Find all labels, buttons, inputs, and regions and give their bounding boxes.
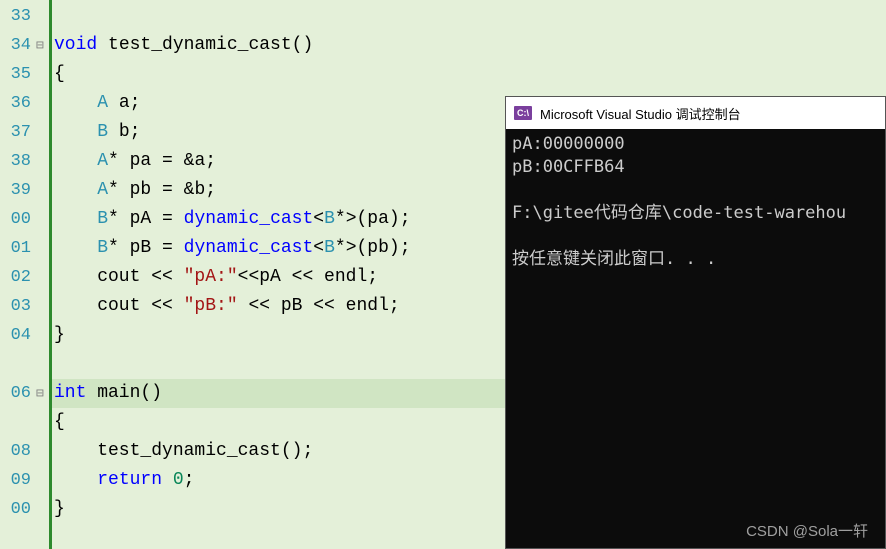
debug-console-window: C:\ Microsoft Visual Studio 调试控制台 pA:000…: [505, 96, 886, 549]
line-number: 34: [0, 31, 35, 60]
line-number: 08: [0, 437, 35, 466]
fold-spacer: [35, 263, 49, 292]
line-number: 06: [0, 379, 35, 408]
fold-spacer: [35, 60, 49, 89]
fold-spacer: [35, 292, 49, 321]
line-number: [0, 350, 35, 379]
line-number: 37: [0, 118, 35, 147]
line-number: 33: [0, 2, 35, 31]
fold-toggle-icon[interactable]: ⊟: [35, 31, 49, 60]
console-output[interactable]: pA:00000000 pB:00CFFB64 F:\gitee代码仓库\cod…: [506, 129, 885, 548]
code-line[interactable]: void test_dynamic_cast(): [52, 31, 886, 60]
fold-spacer: [35, 89, 49, 118]
line-number-gutter: 33343536373839000102030406080900: [0, 0, 35, 549]
fold-spacer: [35, 176, 49, 205]
line-number: 35: [0, 60, 35, 89]
console-icon: C:\: [514, 106, 532, 120]
line-number: 09: [0, 466, 35, 495]
fold-spacer: [35, 350, 49, 379]
fold-spacer: [35, 466, 49, 495]
console-title: Microsoft Visual Studio 调试控制台: [540, 104, 741, 123]
line-number: [0, 408, 35, 437]
code-line[interactable]: [52, 2, 886, 31]
line-number: 38: [0, 147, 35, 176]
fold-spacer: [35, 437, 49, 466]
line-number: 03: [0, 292, 35, 321]
fold-spacer: [35, 408, 49, 437]
line-number: 00: [0, 495, 35, 524]
watermark: CSDN @Sola一轩: [746, 520, 868, 541]
line-number: 01: [0, 234, 35, 263]
fold-spacer: [35, 205, 49, 234]
line-number: 00: [0, 205, 35, 234]
fold-spacer: [35, 321, 49, 350]
fold-toggle-icon[interactable]: ⊟: [35, 379, 49, 408]
line-number: 04: [0, 321, 35, 350]
fold-spacer: [35, 234, 49, 263]
code-line[interactable]: {: [52, 60, 886, 89]
fold-spacer: [35, 495, 49, 524]
fold-spacer: [35, 2, 49, 31]
fold-spacer: [35, 118, 49, 147]
console-titlebar[interactable]: C:\ Microsoft Visual Studio 调试控制台: [506, 97, 885, 129]
line-number: 36: [0, 89, 35, 118]
line-number: 02: [0, 263, 35, 292]
fold-spacer: [35, 147, 49, 176]
line-number: 39: [0, 176, 35, 205]
fold-column: ⊟⊟: [35, 0, 49, 549]
